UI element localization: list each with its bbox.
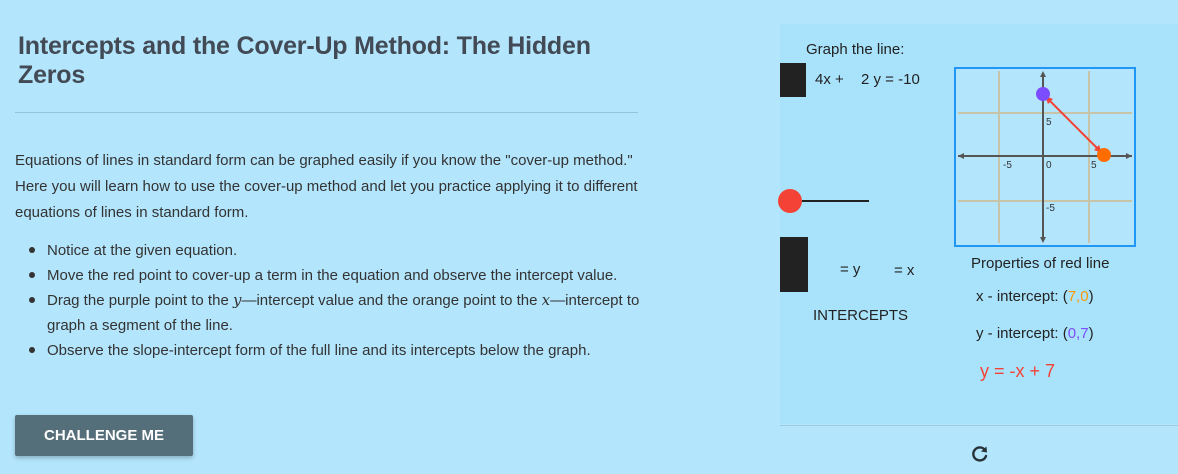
intercepts-label: INTERCEPTS [813, 307, 909, 324]
equation-cover-box[interactable] [780, 63, 806, 97]
x-intercept-label: x - intercept: [976, 288, 1059, 305]
cover-eq-y: = y [840, 261, 861, 278]
red-slider-handle[interactable] [778, 189, 802, 213]
tick-x-pos: 5 [1091, 160, 1097, 171]
y-intercept-row: y - intercept: (0,7) [976, 325, 1094, 342]
page-title: Intercepts and the Cover-Up Method: The … [18, 32, 591, 89]
list-item-text-mid: —intercept value and the orange point to… [241, 292, 542, 309]
list-item: Drag the purple point to the y—intercept… [15, 288, 655, 338]
list-item: Observe the slope-intercept form of the … [15, 338, 655, 363]
purple-point [1036, 87, 1050, 101]
list-item-text-pre: Drag the purple point to the [47, 292, 233, 309]
y-intercept-close: ) [1088, 325, 1094, 342]
slope-intercept-equation: y = -x + 7 [980, 361, 1056, 381]
list-item-text: Move the red point to cover-up a term in… [47, 267, 618, 284]
intro-paragraph: Equations of lines in standard form can … [15, 152, 638, 221]
x-intercept-close: ) [1088, 288, 1094, 305]
x-intercept-value: 7,0 [1067, 288, 1089, 305]
slider-track[interactable] [802, 200, 869, 202]
list-item-text: Observe the slope-intercept form of the … [47, 342, 591, 359]
tick-x-neg: -5 [1003, 160, 1012, 171]
refresh-icon[interactable] [970, 444, 990, 464]
y-intercept-value: 0,7 [1067, 325, 1089, 342]
panel-divider [780, 425, 1178, 426]
graph-the-line-label: Graph the line: [806, 41, 905, 58]
lesson-content: Intercepts and the Cover-Up Method: The … [0, 0, 660, 474]
list-item: Move the red point to cover-up a term in… [15, 263, 655, 288]
coordinate-graph[interactable]: -5 0 5 5 -5 [954, 67, 1136, 248]
tick-y-neg: -5 [1046, 203, 1055, 214]
cover-eq-x: = x [894, 262, 915, 279]
title-divider [15, 112, 638, 113]
instruction-list: Notice at the given equation. Move the r… [15, 238, 655, 363]
tick-origin: 0 [1046, 160, 1052, 171]
challenge-me-button[interactable]: CHALLENGE ME [15, 415, 193, 456]
x-intercept-row: x - intercept: (7,0) [976, 288, 1094, 305]
equation-term-y: 2 y = -10 [861, 71, 920, 88]
list-item: Notice at the given equation. [15, 238, 655, 263]
orange-point [1097, 148, 1111, 162]
cover-up-box[interactable] [780, 237, 808, 292]
tick-y-pos: 5 [1046, 117, 1052, 128]
y-intercept-label: y - intercept: [976, 325, 1059, 342]
equation-term-x: 4x + [815, 71, 844, 88]
interactive-panel: Graph the line: 4x + 2 y = -10 = y = x I… [778, 24, 1178, 424]
properties-title: Properties of red line [971, 255, 1110, 272]
math-var-x: x [541, 291, 551, 309]
list-item-text: Notice at the given equation. [47, 242, 238, 259]
